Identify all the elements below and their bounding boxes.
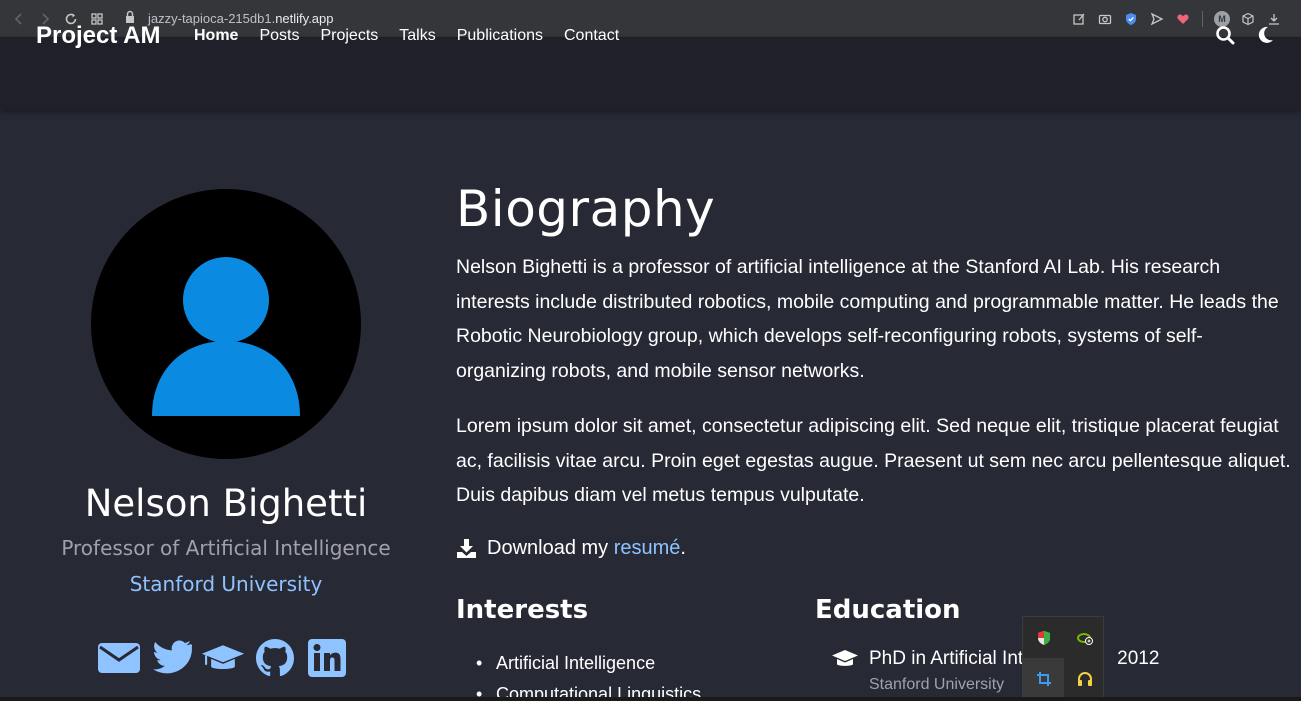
- download-icon: [456, 538, 477, 559]
- back-icon[interactable]: [6, 6, 32, 32]
- biography-paragraph-1: Nelson Bighetti is a professor of artifi…: [456, 256, 1279, 382]
- download-suffix: .: [680, 537, 686, 559]
- headset-icon[interactable]: [1064, 658, 1105, 699]
- menu-projects[interactable]: Projects: [320, 27, 378, 45]
- main-menu: Home Posts Projects Talks Publications C…: [194, 27, 640, 45]
- toolbar-separator: [1202, 11, 1203, 27]
- navbar-tools: [1215, 25, 1275, 45]
- menu-contact[interactable]: Contact: [564, 27, 619, 45]
- education-heading: Education: [815, 595, 961, 625]
- snipping-tool-icon[interactable]: [1023, 658, 1064, 699]
- menu-home[interactable]: Home: [194, 27, 238, 45]
- nvidia-icon[interactable]: [1064, 617, 1105, 658]
- interests-list: Artificial Intelligence Computational Li…: [476, 648, 701, 701]
- education-school: Stanford University: [869, 676, 1005, 693]
- profile-organization[interactable]: Stanford University: [0, 572, 452, 596]
- share-icon[interactable]: [1066, 6, 1092, 32]
- education-degree: PhD in Artificial Int 2012: [831, 648, 1159, 670]
- profile-name: Nelson Bighetti: [84, 482, 368, 525]
- graduation-cap-icon[interactable]: [201, 638, 245, 678]
- github-icon[interactable]: [253, 638, 297, 678]
- search-icon[interactable]: [1215, 25, 1235, 45]
- url-prefix: jazzy-tapioca-215db1.: [148, 11, 276, 26]
- heart-icon[interactable]: [1170, 6, 1196, 32]
- education-item: PhD in Artificial Int 2012 Stanford Univ…: [831, 648, 1159, 694]
- twitter-icon[interactable]: [149, 638, 193, 678]
- menu-talks[interactable]: Talks: [399, 27, 435, 45]
- degree-year: 2012: [1117, 648, 1160, 669]
- site-navbar: [0, 38, 1301, 110]
- site-brand[interactable]: Project AM: [36, 22, 160, 50]
- system-tray-popup: [1022, 616, 1105, 699]
- screenshot-icon[interactable]: [1092, 6, 1118, 32]
- dark-mode-moon-icon[interactable]: [1255, 25, 1275, 45]
- taskbar-edge: [0, 697, 1301, 701]
- degree-title: PhD in Artificial Int: [869, 648, 1024, 669]
- download-prefix: Download my: [487, 537, 614, 559]
- download-resume: Download my resumé.: [456, 537, 686, 560]
- linkedin-icon[interactable]: [305, 638, 349, 678]
- social-links: [97, 638, 349, 678]
- url-host: netlify.app: [275, 11, 334, 26]
- avatar: [91, 189, 361, 459]
- send-icon[interactable]: [1144, 6, 1170, 32]
- email-icon[interactable]: [97, 638, 141, 678]
- shield-extension-icon[interactable]: [1118, 6, 1144, 32]
- interest-item: Artificial Intelligence: [476, 648, 701, 679]
- user-silhouette-icon: [152, 257, 300, 416]
- security-shield-icon[interactable]: [1023, 617, 1064, 658]
- graduation-cap-icon: [831, 649, 859, 669]
- interests-heading: Interests: [456, 595, 589, 625]
- resume-link[interactable]: resumé: [614, 537, 681, 560]
- biography-paragraph-2: Lorem ipsum dolor sit amet, consectetur …: [456, 415, 1291, 506]
- biography-title: Biography: [456, 180, 716, 238]
- profile-role: Professor of Artificial Intelligence: [61, 536, 391, 560]
- menu-publications[interactable]: Publications: [457, 27, 543, 45]
- menu-posts[interactable]: Posts: [259, 27, 299, 45]
